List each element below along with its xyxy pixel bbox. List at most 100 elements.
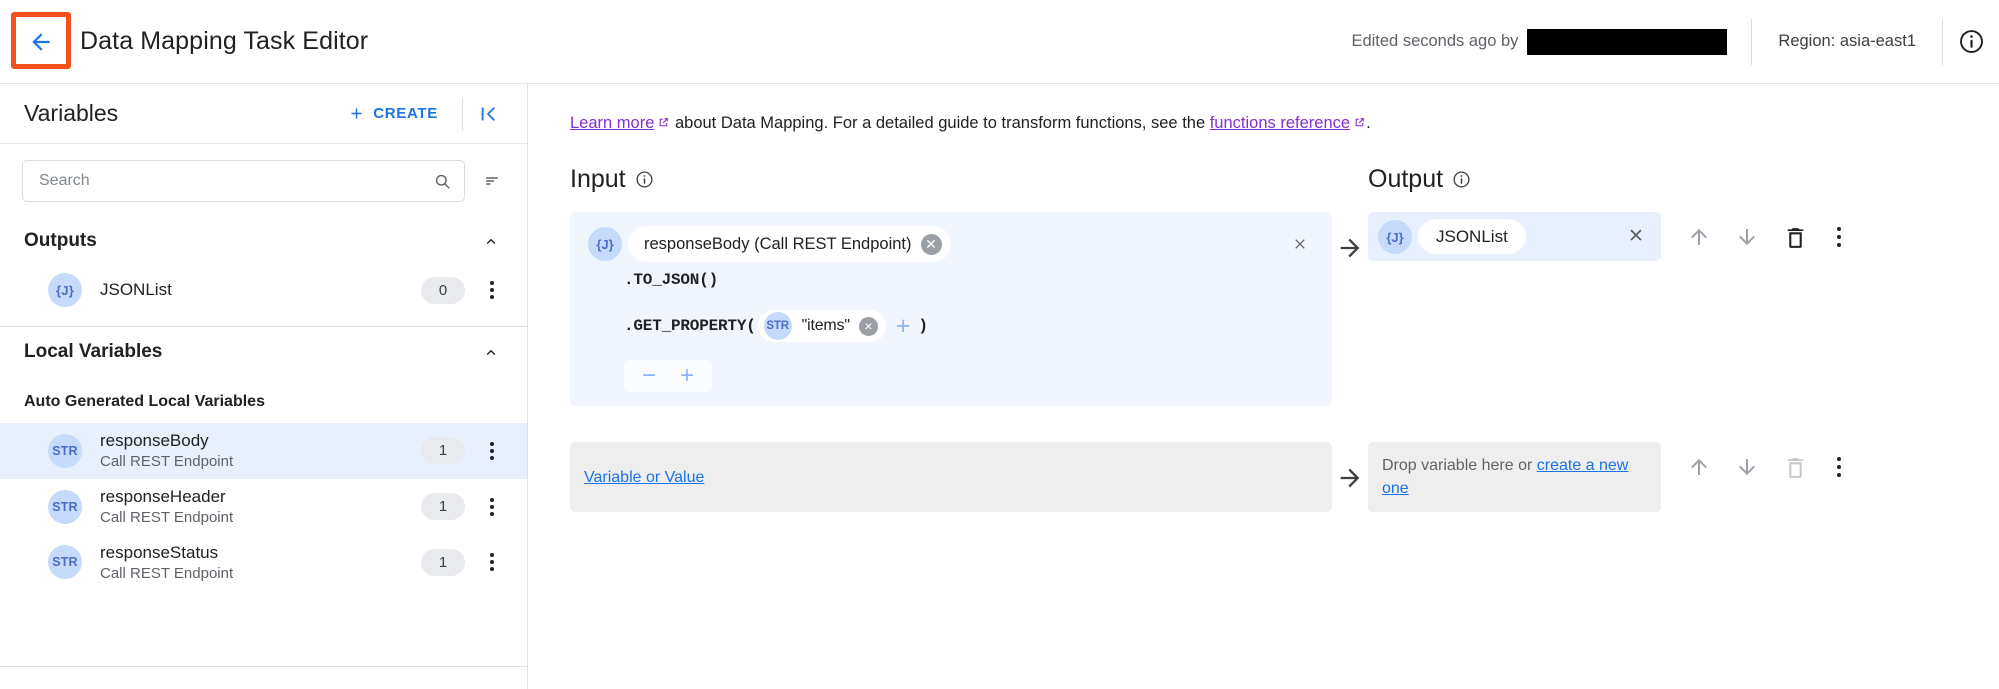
toggle-outputs-section[interactable] <box>477 227 505 255</box>
more-dot <box>490 281 494 285</box>
more-dot <box>1836 464 1842 470</box>
create-variable-button[interactable]: CREATE <box>338 99 448 128</box>
section-header-local-variables[interactable]: Local Variables <box>0 327 527 377</box>
search-input[interactable] <box>37 171 433 191</box>
variable-text: responseBody Call REST Endpoint <box>100 430 233 472</box>
mapping-arrow-2 <box>1332 442 1368 512</box>
grid-gap <box>1332 165 1368 212</box>
arrow-down-icon <box>1739 459 1755 476</box>
clear-output-button[interactable]: ✕ <box>1619 220 1653 254</box>
function-connector <box>588 342 1316 354</box>
more-dot <box>490 504 494 509</box>
more-dot <box>490 288 494 292</box>
input-placeholder-row[interactable]: Variable or Value <box>570 442 1332 513</box>
function-argument-chip[interactable]: STR "items" ✕ <box>757 310 886 343</box>
notice-mid-text: about Data Mapping. For a detailed guide… <box>670 114 1210 132</box>
functions-reference-link[interactable]: functions reference <box>1210 114 1350 132</box>
variable-text: responseStatus Call REST Endpoint <box>100 542 233 584</box>
variable-type-badge: STR <box>48 433 82 468</box>
section-header-outputs[interactable]: Outputs <box>0 216 527 266</box>
variable-more-button[interactable] <box>479 492 505 522</box>
variable-more-button[interactable] <box>479 436 505 466</box>
move-down-button[interactable] <box>1723 446 1771 488</box>
delete-row-button[interactable] <box>1771 216 1819 258</box>
output-column-title: Output <box>1368 165 1969 194</box>
variable-more-button[interactable] <box>479 275 505 305</box>
variable-name: responseStatus <box>100 542 219 562</box>
list-item[interactable]: STR responseHeader Call REST Endpoint 1 <box>0 479 527 535</box>
row-more-button[interactable] <box>1819 216 1859 258</box>
sidebar-header: Variables CREATE <box>0 84 527 144</box>
remove-arg-icon[interactable]: ✕ <box>858 316 878 336</box>
row-spacer <box>1332 406 1368 442</box>
arrow-left-icon <box>32 32 50 51</box>
output-info-icon[interactable] <box>1452 170 1471 189</box>
remove-chip-icon[interactable]: ✕ <box>920 233 942 255</box>
function-line-to-json[interactable]: .TO_JSON() <box>588 266 1316 294</box>
data-mapping-task-editor: Data Mapping Task Editor Edited seconds … <box>0 0 1999 689</box>
input-variable-chip[interactable]: responseBody (Call REST Endpoint) ✕ <box>628 226 951 263</box>
region-label: Region: asia-east1 <box>1778 32 1916 50</box>
section-title-local-variables: Local Variables <box>24 341 163 362</box>
back-button[interactable] <box>22 23 60 61</box>
variable-type-badge: STR <box>48 545 82 580</box>
list-item[interactable]: STR responseStatus Call REST Endpoint 1 <box>0 535 527 591</box>
toggle-local-variables-section[interactable] <box>477 338 505 366</box>
variable-more-button[interactable] <box>479 547 505 577</box>
more-dot <box>490 511 494 516</box>
list-item[interactable]: STR responseBody Call REST Endpoint 1 <box>0 423 527 479</box>
input-info-icon[interactable] <box>635 170 654 189</box>
mapping-main-panel: Learn more about Data Mapping. For a det… <box>528 84 1999 689</box>
argument-type-badge: STR <box>763 312 792 341</box>
add-arg-icon[interactable]: + <box>888 313 919 339</box>
input-expression-card[interactable]: {J} responseBody (Call REST Endpoint) ✕ <box>570 212 1332 407</box>
move-down-button[interactable] <box>1723 216 1771 258</box>
row-spacer <box>570 406 1332 442</box>
more-dot <box>490 497 494 502</box>
variable-text: responseHeader Call REST Endpoint <box>100 486 233 528</box>
function-name: .GET_PROPERTY( <box>624 317 756 336</box>
output-row-1: {J} JSONList ✕ <box>1368 212 1969 406</box>
list-item[interactable]: {J} JSONList 0 <box>0 266 527 314</box>
header-info-button[interactable] <box>1943 0 1999 83</box>
function-name: .TO_JSON( <box>624 271 709 290</box>
output-dropzone[interactable]: Drop variable here or create a new one <box>1368 442 1661 513</box>
variable-text: JSONList <box>100 279 172 300</box>
variable-source: Call REST Endpoint <box>100 509 234 526</box>
remove-function-button[interactable]: − <box>630 362 668 390</box>
app-body: Variables CREATE Search Outputs {J} JSON… <box>0 84 1999 689</box>
arrow-up-icon <box>1691 459 1707 476</box>
output-row-2: Drop variable here or create a new one <box>1368 442 1969 513</box>
sidebar-search-row <box>0 144 527 216</box>
variable-type-badge: {J} <box>48 273 82 307</box>
output-variable-card[interactable]: {J} JSONList ✕ <box>1368 212 1661 262</box>
add-function-button[interactable]: + <box>668 362 706 390</box>
more-dot <box>490 560 494 565</box>
row-more-button[interactable] <box>1819 446 1859 488</box>
variable-or-value-link[interactable]: Variable or Value <box>584 466 704 489</box>
info-icon <box>1959 30 1983 53</box>
function-line-get-property[interactable]: .GET_PROPERTY( STR "items" ✕ + ) <box>588 310 1316 343</box>
sort-filter-button[interactable] <box>477 166 507 196</box>
collapse-sidebar-button[interactable] <box>471 96 507 132</box>
row-spacer <box>1368 406 1969 442</box>
learn-more-link[interactable]: Learn more <box>570 114 654 132</box>
section-title-outputs: Outputs <box>24 230 97 251</box>
function-connector <box>588 294 1316 306</box>
sidebar-header-divider <box>462 96 463 131</box>
edited-text: Edited seconds ago by <box>1351 32 1519 50</box>
more-dot <box>1836 226 1842 232</box>
sidebar-title: Variables <box>24 100 119 126</box>
external-link-icon <box>660 118 669 127</box>
variable-usage-count: 0 <box>421 276 465 304</box>
arrow-right-icon <box>1340 468 1360 488</box>
move-up-button[interactable] <box>1675 446 1723 488</box>
create-button-label: CREATE <box>373 105 438 122</box>
clear-input-button[interactable] <box>1286 230 1314 258</box>
move-up-button[interactable] <box>1675 216 1723 258</box>
more-vertical-icon <box>1836 456 1842 478</box>
more-dot <box>490 441 494 446</box>
variable-source: Call REST Endpoint <box>100 564 234 582</box>
search-box[interactable] <box>22 160 465 202</box>
